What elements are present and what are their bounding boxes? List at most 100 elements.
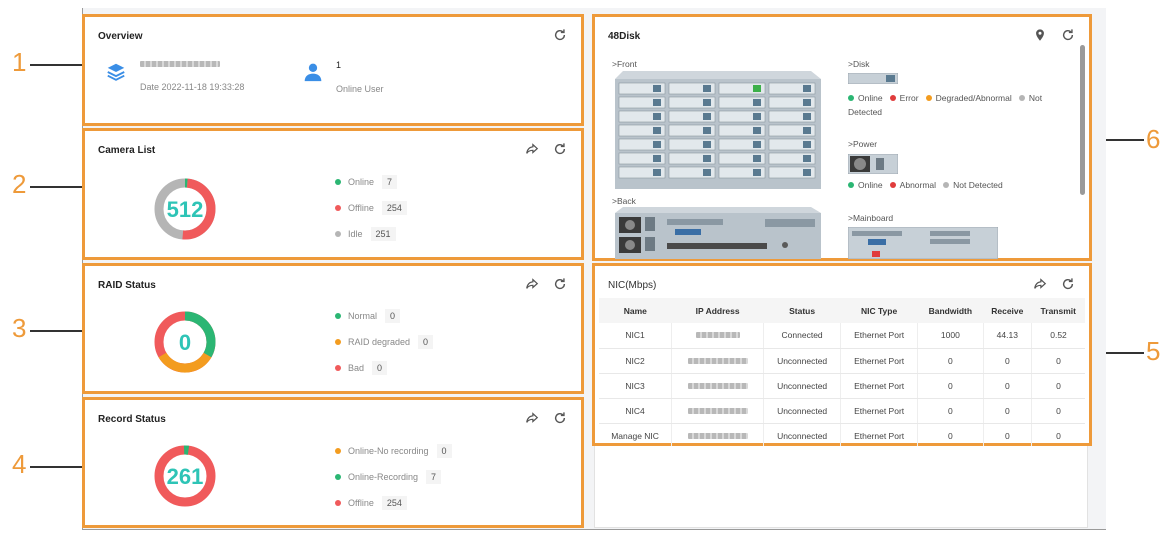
nic-bandwidth: 0 <box>917 373 984 399</box>
disk-title: 48Disk <box>608 31 641 42</box>
nic-status: Unconnected <box>763 373 842 399</box>
nic-status: Unconnected <box>763 348 842 374</box>
nic-transmit: 0 <box>1031 398 1085 424</box>
disk-legend-online: Online <box>848 93 883 103</box>
power-legend-abnormal: Abnormal <box>889 180 936 190</box>
legend-label: Online-No recording <box>348 446 429 456</box>
nic-table-header: Name IP Address Status NIC Type Bandwidt… <box>599 298 1085 323</box>
refresh-icon[interactable] <box>553 28 567 42</box>
nic-card: NIC(Mbps) Name IP Address Status NIC Typ… <box>592 263 1092 449</box>
legend-label: Normal <box>348 311 378 321</box>
status-dot <box>335 339 341 345</box>
nic-transmit: 0 <box>1031 348 1085 374</box>
legend-value: 0 <box>385 309 401 323</box>
status-dot <box>335 231 341 237</box>
refresh-icon[interactable] <box>1061 28 1075 42</box>
raid-status-title: RAID Status <box>98 280 156 291</box>
status-dot <box>889 95 896 101</box>
status-dot <box>943 182 950 188</box>
nic-receive: 0 <box>983 373 1033 399</box>
callout-line-2 <box>30 186 82 188</box>
callout-1: 1 <box>12 47 27 77</box>
nic-name: NIC2 <box>599 348 673 374</box>
status-dot <box>335 474 341 480</box>
refresh-icon[interactable] <box>553 411 567 425</box>
camera-donut-chart: 512 <box>154 178 216 240</box>
legend-label: Offline <box>348 498 374 508</box>
record-donut-chart: 261 <box>154 445 216 507</box>
nic-transmit: 0 <box>1031 373 1085 399</box>
layers-icon <box>107 63 125 81</box>
camera-list-title: Camera List <box>98 145 156 156</box>
column-header: Transmit <box>1031 298 1085 323</box>
callout-line-1 <box>30 64 82 66</box>
status-dot <box>335 179 341 185</box>
record-status-card: Record Status 261 Online-No recording 0 O… <box>82 397 584 528</box>
power-legend-not-detected: Not Detected <box>943 180 1003 190</box>
disk-legend: Online Error Degraded/Abnormal Not Detec… <box>848 91 1068 119</box>
ip-address-blurred <box>671 323 765 349</box>
legend-value: 0 <box>418 335 434 349</box>
raid-legend: Normal 0 RAID degraded 0 Bad 0 <box>335 303 434 381</box>
refresh-icon[interactable] <box>1061 277 1075 291</box>
status-dot <box>335 448 341 454</box>
nic-title: NIC(Mbps) <box>608 280 657 291</box>
legend-value: 7 <box>382 175 398 189</box>
status-dot <box>848 182 854 188</box>
legend-value: 251 <box>370 227 396 241</box>
share-icon[interactable] <box>525 277 539 291</box>
ip-address-blurred <box>671 348 765 374</box>
user-icon <box>304 63 322 82</box>
callout-3: 3 <box>12 313 27 343</box>
empty-panel <box>594 446 1088 528</box>
column-header: Status <box>763 298 841 323</box>
mainboard-section-label: >Mainboard <box>848 213 894 223</box>
nic-name: NIC1 <box>599 323 673 349</box>
table-row[interactable]: Manage NIC Unconnected Ethernet Port 0 0… <box>599 423 1085 449</box>
share-icon[interactable] <box>525 142 539 156</box>
overview-date: Date 2022-11-18 19:33:28 <box>140 82 245 92</box>
status-dot <box>335 205 341 211</box>
nic-receive: 0 <box>983 423 1033 449</box>
legend-item-online-no-recording: Online-No recording 0 <box>335 438 452 464</box>
device-name-blurred <box>140 61 220 67</box>
nic-type: Ethernet Port <box>840 373 919 399</box>
column-header: Receive <box>983 298 1032 323</box>
nic-bandwidth: 0 <box>917 348 984 374</box>
table-row[interactable]: NIC3 Unconnected Ethernet Port 0 0 0 <box>599 373 1085 399</box>
table-row[interactable]: NIC2 Unconnected Ethernet Port 0 0 0 <box>599 348 1085 374</box>
callout-6: 6 <box>1146 124 1161 154</box>
front-panel-image[interactable] <box>615 71 821 189</box>
nic-type: Ethernet Port <box>840 423 919 449</box>
status-dot <box>848 95 854 101</box>
nic-transmit: 0.52 <box>1031 323 1085 349</box>
disk-section-label: >Disk <box>848 59 870 69</box>
share-icon[interactable] <box>1033 277 1047 291</box>
table-row[interactable]: NIC1 Connected Ethernet Port 1000 44.13 … <box>599 323 1085 349</box>
disk-legend-error: Error <box>889 93 919 103</box>
mainboard-image <box>848 227 998 259</box>
power-legend: Online Abnormal Not Detected <box>848 180 1003 190</box>
disk-legend-degraded: Degraded/Abnormal <box>925 93 1012 103</box>
status-dot <box>925 95 932 101</box>
camera-total: 512 <box>167 197 204 222</box>
legend-label: Online-Recording <box>348 472 419 482</box>
nic-transmit: 0 <box>1031 423 1085 449</box>
nic-type: Ethernet Port <box>840 348 919 374</box>
callout-2: 2 <box>12 169 27 199</box>
table-row[interactable]: NIC4 Unconnected Ethernet Port 0 0 0 <box>599 398 1085 424</box>
nic-type: Ethernet Port <box>840 398 919 424</box>
disk-scrollbar[interactable] <box>1080 45 1085 195</box>
column-header: Name <box>599 298 672 323</box>
refresh-icon[interactable] <box>553 142 567 156</box>
share-icon[interactable] <box>525 411 539 425</box>
column-header: IP Address <box>671 298 764 323</box>
camera-list-card: Camera List 512 Online 7 Offline 254 Idle 2… <box>82 128 584 260</box>
camera-legend: Online 7 Offline 254 Idle 251 <box>335 169 407 247</box>
raid-donut-chart: 0 <box>154 311 216 373</box>
back-panel-image[interactable] <box>615 207 821 259</box>
legend-label: Bad <box>348 363 365 373</box>
legend-value: 254 <box>381 496 407 510</box>
refresh-icon[interactable] <box>553 277 567 291</box>
location-pin-icon[interactable] <box>1033 28 1047 42</box>
